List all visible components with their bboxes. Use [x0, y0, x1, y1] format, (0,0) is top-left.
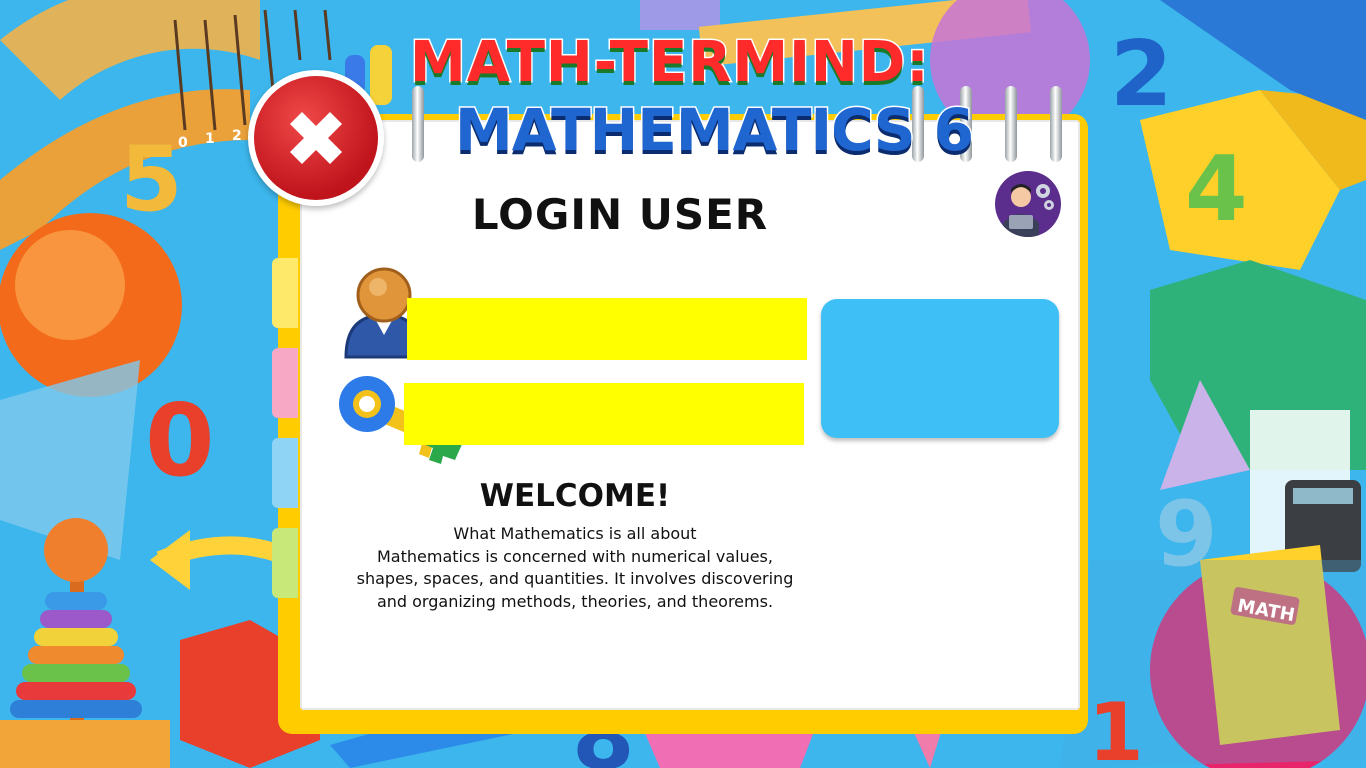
notebook-ring [1005, 86, 1017, 162]
svg-text:9: 9 [1155, 482, 1218, 587]
close-button[interactable] [248, 70, 384, 206]
close-icon [254, 76, 378, 200]
svg-text:1: 1 [205, 131, 215, 147]
svg-text:0: 0 [145, 382, 215, 499]
notebook-ring [412, 86, 424, 162]
login-heading: LOGIN USER [471, 190, 769, 239]
notebook-tab [272, 438, 298, 508]
svg-text:1: 1 [1088, 686, 1144, 768]
about-line: What Mathematics is all about [453, 524, 697, 543]
password-input[interactable] [404, 383, 804, 445]
svg-text:0: 0 [178, 135, 188, 151]
app-subtitle: MATHEMATICS 6 [454, 95, 976, 166]
welcome-heading: WELCOME! [479, 478, 671, 514]
notebook-tab [272, 528, 298, 598]
about-line: Mathematics is concerned with numerical … [377, 546, 773, 566]
notebook-tab [272, 258, 298, 328]
svg-text:2: 2 [1110, 22, 1173, 127]
about-line: and organizing methods, theories, and th… [376, 591, 774, 611]
about-line: shapes, spaces, and quantities. It invol… [356, 569, 794, 588]
username-input[interactable] [407, 298, 807, 360]
svg-text:2: 2 [232, 128, 242, 144]
app-title: MATH-TERMIND: [409, 29, 931, 97]
notebook-ring [1050, 86, 1062, 162]
notebook-tab [272, 348, 298, 418]
admin-settings-icon[interactable] [995, 171, 1061, 237]
svg-text:4: 4 [1185, 137, 1248, 242]
about-text: What Mathematics is all about Mathematic… [340, 523, 810, 613]
svg-text:5: 5 [120, 127, 183, 232]
login-button[interactable] [821, 299, 1059, 438]
